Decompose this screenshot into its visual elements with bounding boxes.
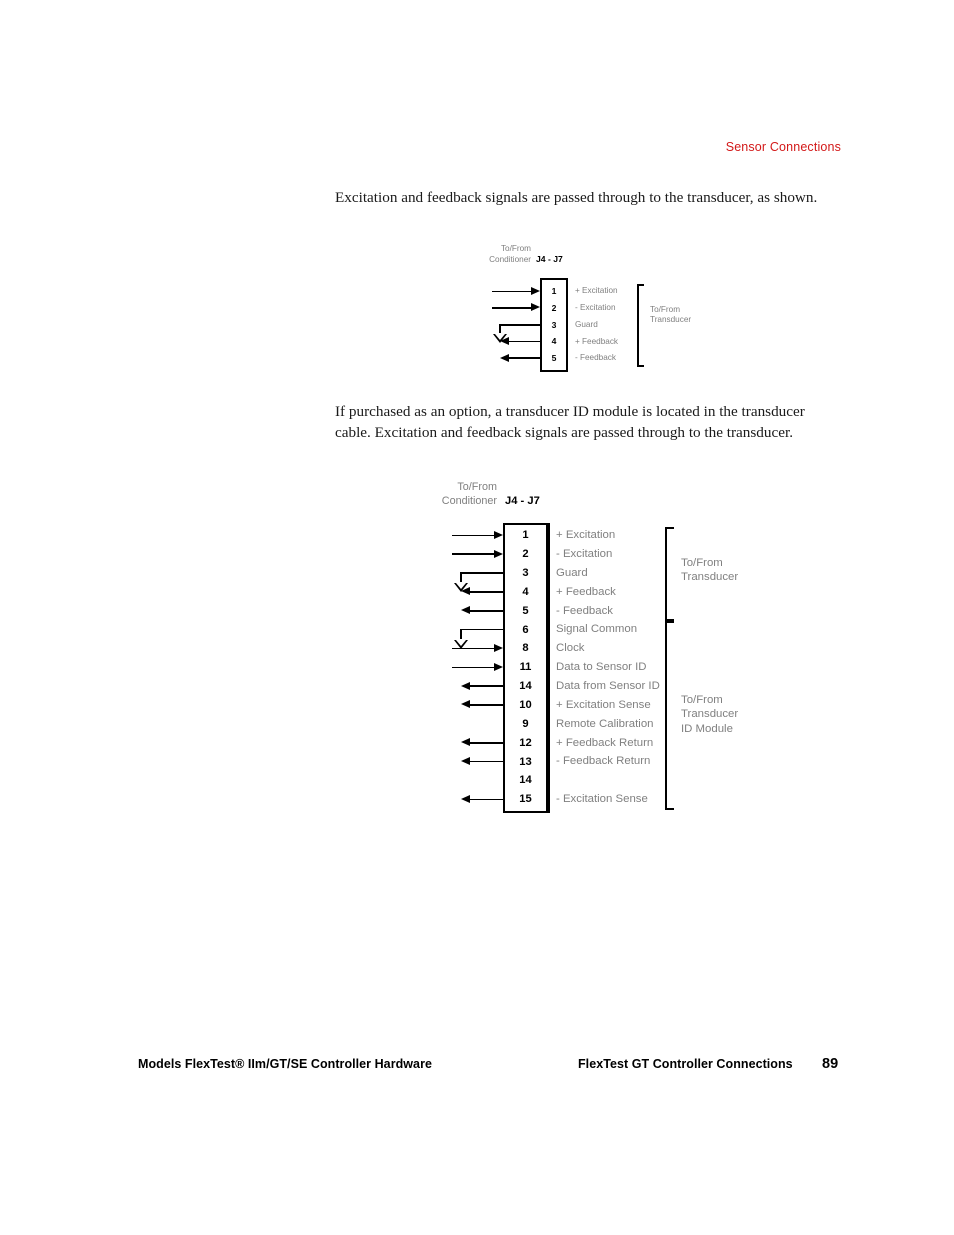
source-caption: To/From Conditioner [360,481,497,509]
ground-stem [460,628,462,639]
arrowhead-into-connector [494,530,503,539]
arrowhead-out-of-connector [461,587,470,596]
source-caption-line1: To/From [457,481,497,493]
pin-number: 12 [519,736,532,749]
group-caption: To/From Transducer ID Module [681,693,738,736]
bracket-bottom-arm [665,807,674,810]
pin-label: + Excitation Sense [556,698,651,711]
arrowhead-out-of-connector [461,606,470,615]
group-bracket [665,527,674,622]
signal-wire-in [452,666,495,669]
pin-label: + Excitation [556,529,616,542]
footer-right-text: FlexTest GT Controller Connections [578,1057,793,1071]
pin-label: Remote Calibration [556,717,654,730]
bracket-spine [665,527,667,622]
pin-label: Data from Sensor ID [556,680,660,693]
pin-label: Data to Sensor ID [556,661,647,674]
source-caption-line2: Conditioner [441,494,497,507]
signal-wire-out [469,798,503,801]
pin-number: 14 [519,680,532,693]
pin-number: 11 [519,661,532,674]
pin-number: 10 [519,699,532,711]
signal-wire-out [469,760,503,763]
pin-number: 3 [522,567,529,580]
pin-number: 1 [522,529,529,542]
pin-number: 13 [519,755,532,768]
pin-number: 9 [522,717,529,730]
group-bracket [665,621,674,810]
signal-wire-out [469,741,503,744]
arrowhead-into-connector [494,549,503,558]
group-caption-line: Transducer [681,571,739,584]
footer-left-text: Models FlexTest® IIm/GT/SE Controller Ha… [138,1057,432,1071]
arrowhead-into-connector [494,662,503,671]
footer-page-number: 89 [822,1056,839,1072]
bracket-spine [665,621,667,810]
group-caption-line: To/From [681,694,723,706]
pin-number: 5 [522,604,529,617]
paragraph-intro-2: If purchased as an option, a transducer … [335,403,805,441]
bracket-top-arm [665,527,674,529]
signal-wire-out [469,704,503,706]
arrowhead-out-of-connector [461,681,470,690]
pin-number: 8 [522,642,529,655]
ground-stem [460,572,462,583]
ground-wire [461,572,503,574]
ground-wire [461,628,503,631]
pin-number: 14 [519,774,532,787]
pin-label: + Feedback [556,585,616,598]
document-page: Sensor Connections Excitation and feedba… [0,0,954,1235]
pin-label: + Feedback Return [556,736,654,749]
pin-label: - Excitation [556,548,613,561]
pin-label: - Feedback [556,604,613,617]
pin-label: - Excitation Sense [556,793,648,806]
pin-number: 4 [522,585,529,598]
arrowhead-out-of-connector [461,738,470,747]
pin-label: Signal Common [556,623,638,636]
arrowhead-into-connector [494,643,503,652]
arrowhead-out-of-connector [461,794,470,803]
group-caption-line: To/From [681,557,723,569]
signal-wire-in [452,534,495,537]
group-caption-line: ID Module [681,722,733,735]
pin-label: - Feedback Return [556,755,651,768]
pin-number: 15 [519,793,532,806]
connector-designator: J4 - J7 [505,494,540,507]
connector-divider [548,523,550,813]
bracket-top-arm [665,621,674,624]
signal-wire-out [469,610,503,612]
signal-wire-in [452,553,495,556]
pin-number: 6 [522,623,529,636]
signal-wire-out [469,685,503,688]
signal-wire-in [452,647,495,650]
pin-label: Guard [556,566,588,579]
pin-number: 2 [522,548,529,561]
group-caption: To/From Transducer [681,556,738,585]
diagram-transducer-id-module: To/From Conditioner J4 - J7 1 + Excitation 2-… [0,0,954,813]
signal-wire-out [469,591,503,593]
pin-label: Clock [556,642,585,655]
group-caption-line: Transducer [681,708,739,721]
arrowhead-out-of-connector [461,757,470,766]
arrowhead-out-of-connector [461,700,470,709]
